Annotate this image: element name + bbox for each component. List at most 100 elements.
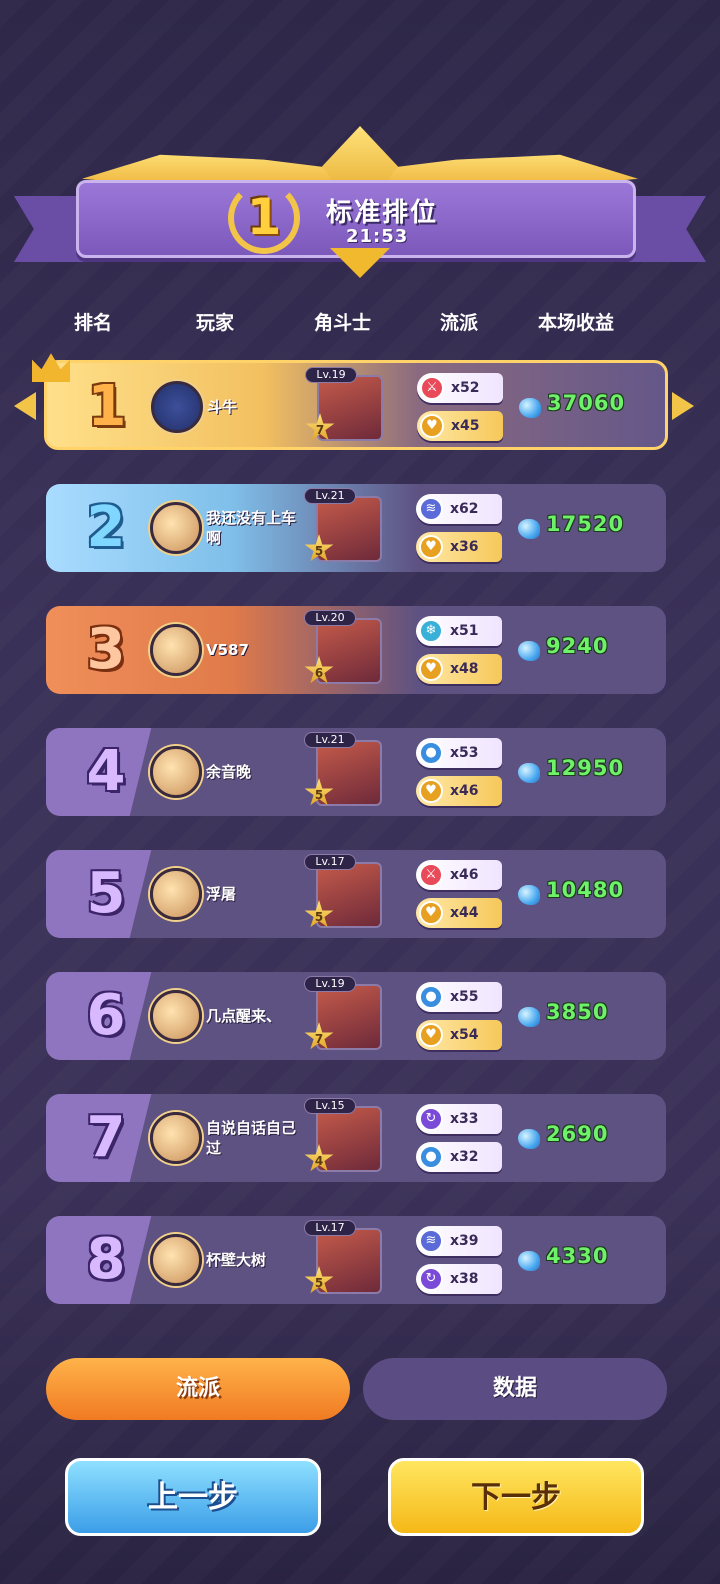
- school-count: x46: [450, 867, 479, 883]
- wind-icon: ≋: [419, 497, 443, 521]
- water-drop-icon: ●: [419, 1145, 443, 1169]
- school-count: x53: [450, 745, 479, 761]
- school-count: x44: [450, 905, 479, 921]
- heart-icon: ♥: [419, 1023, 443, 1047]
- prev-step-button[interactable]: 上一步: [65, 1458, 321, 1536]
- rank-number: 3: [86, 617, 126, 682]
- player-name: 几点醒来、: [206, 1007, 282, 1025]
- player-avatar[interactable]: [150, 990, 202, 1042]
- col-header-player: 玩家: [196, 312, 235, 334]
- school-tag[interactable]: ● x55: [416, 982, 502, 1012]
- school-count: x52: [451, 380, 480, 396]
- school-tag[interactable]: ♥ x44: [416, 898, 502, 928]
- heart-icon: ♥: [419, 779, 443, 803]
- leaderboard-row[interactable]: 5 浮屠 Lv.17 5 ⚔ x46 ♥ x44 10480: [46, 850, 666, 938]
- school-tag[interactable]: ♥ x48: [416, 654, 502, 684]
- tab-data[interactable]: 数据: [363, 1358, 667, 1420]
- player-avatar[interactable]: [150, 868, 202, 920]
- heart-icon: ♥: [420, 414, 444, 438]
- heart-icon: ♥: [419, 901, 443, 925]
- player-avatar[interactable]: [150, 1234, 202, 1286]
- gladiator-portrait[interactable]: [316, 1228, 382, 1294]
- heart-icon: ♥: [419, 657, 443, 681]
- tab-school[interactable]: 流派: [46, 1358, 350, 1420]
- school-count: x46: [450, 783, 479, 799]
- player-avatar[interactable]: [151, 381, 203, 433]
- wind-icon: ≋: [419, 1229, 443, 1253]
- rank-number: 4: [86, 739, 126, 804]
- gem-icon: [518, 641, 540, 661]
- earnings-value: 4330: [546, 1244, 609, 1268]
- gem-icon: [518, 519, 540, 539]
- gem-icon: [518, 885, 540, 905]
- gem-icon: [518, 1251, 540, 1271]
- leaderboard-row[interactable]: 6 几点醒来、 Lv.19 7 ● x55 ♥ x54 3850: [46, 972, 666, 1060]
- school-tag[interactable]: ⚔ x52: [417, 373, 503, 403]
- leaderboard-row[interactable]: 8 杯壁大树 Lv.17 5 ≋ x39 ↻ x38 4330: [46, 1216, 666, 1304]
- earnings-value: 2690: [546, 1122, 609, 1146]
- col-header-school: 流派: [440, 312, 479, 334]
- school-tag[interactable]: ⚔ x46: [416, 860, 502, 890]
- gladiator-level: Lv.21: [304, 732, 356, 748]
- rank-number: 8: [86, 1227, 126, 1292]
- school-tag[interactable]: ❄ x51: [416, 616, 502, 646]
- player-name: 自说自话自己过: [206, 1119, 297, 1157]
- leaderboard-row[interactable]: 2 我还没有上车啊 Lv.21 5 ≋ x62 ♥ x36 17520: [46, 484, 666, 572]
- gladiator-level: Lv.20: [304, 610, 356, 626]
- heart-icon: ♥: [419, 535, 443, 559]
- rank-number: 5: [86, 861, 126, 926]
- gladiator-level: Lv.21: [304, 488, 356, 504]
- player-avatar[interactable]: [150, 746, 202, 798]
- school-count: x54: [450, 1027, 479, 1043]
- leaderboard-row[interactable]: 1 斗牛 Lv.19 7 ⚔ x52 ♥ x45 37060: [44, 360, 668, 450]
- gladiator-portrait[interactable]: [316, 618, 382, 684]
- school-tag[interactable]: ● x53: [416, 738, 502, 768]
- rank-number: 1: [87, 374, 127, 439]
- leaderboard-row[interactable]: 7 自说自话自己过 Lv.15 4 ↻ x33 ● x32 2690: [46, 1094, 666, 1182]
- gladiator-portrait[interactable]: [316, 1106, 382, 1172]
- leaderboard-row[interactable]: 3 V587 Lv.20 6 ❄ x51 ♥ x48 9240: [46, 606, 666, 694]
- earnings-value: 3850: [546, 1000, 609, 1024]
- player-avatar[interactable]: [150, 624, 202, 676]
- school-count: x48: [450, 661, 479, 677]
- player-name: V587: [206, 641, 249, 659]
- school-count: x32: [450, 1149, 479, 1165]
- leaderboard-row[interactable]: 4 余音晚 Lv.21 5 ● x53 ♥ x46 12950: [46, 728, 666, 816]
- school-tag[interactable]: ♥ x54: [416, 1020, 502, 1050]
- school-tag[interactable]: ↻ x33: [416, 1104, 502, 1134]
- col-header-gladiator: 角斗士: [314, 312, 372, 334]
- school-count: x36: [450, 539, 479, 555]
- earnings-value: 12950: [546, 756, 625, 780]
- gladiator-portrait[interactable]: [317, 375, 383, 441]
- next-step-button[interactable]: 下一步: [388, 1458, 644, 1536]
- school-tag[interactable]: ≋ x39: [416, 1226, 502, 1256]
- water-drop-icon: ●: [419, 985, 443, 1009]
- match-time: 21:53: [346, 226, 409, 247]
- water-drop-icon: ●: [419, 741, 443, 765]
- gladiator-portrait[interactable]: [316, 496, 382, 562]
- col-header-rank: 排名: [74, 312, 113, 334]
- gladiator-level: Lv.19: [305, 367, 357, 383]
- school-tag[interactable]: ♥ x45: [417, 411, 503, 441]
- player-avatar[interactable]: [150, 1112, 202, 1164]
- school-tag[interactable]: ♥ x36: [416, 532, 502, 562]
- school-tag[interactable]: ♥ x46: [416, 776, 502, 806]
- cycle-icon: ↻: [419, 1267, 443, 1291]
- final-rank: 1: [246, 188, 282, 246]
- school-tag[interactable]: ● x32: [416, 1142, 502, 1172]
- gem-icon: [518, 1007, 540, 1027]
- sword-icon: ⚔: [420, 376, 444, 400]
- school-count: x45: [451, 418, 480, 434]
- player-name: 余音晚: [206, 763, 252, 781]
- earnings-value: 9240: [546, 634, 609, 658]
- gladiator-portrait[interactable]: [316, 740, 382, 806]
- gladiator-level: Lv.15: [304, 1098, 356, 1114]
- school-tag[interactable]: ≋ x62: [416, 494, 502, 524]
- gladiator-portrait[interactable]: [316, 984, 382, 1050]
- player-avatar[interactable]: [150, 502, 202, 554]
- player-name: 我还没有上车啊: [206, 509, 297, 547]
- school-tag[interactable]: ↻ x38: [416, 1264, 502, 1294]
- gladiator-portrait[interactable]: [316, 862, 382, 928]
- rank-number: 2: [86, 495, 126, 560]
- earnings-value: 17520: [546, 512, 625, 536]
